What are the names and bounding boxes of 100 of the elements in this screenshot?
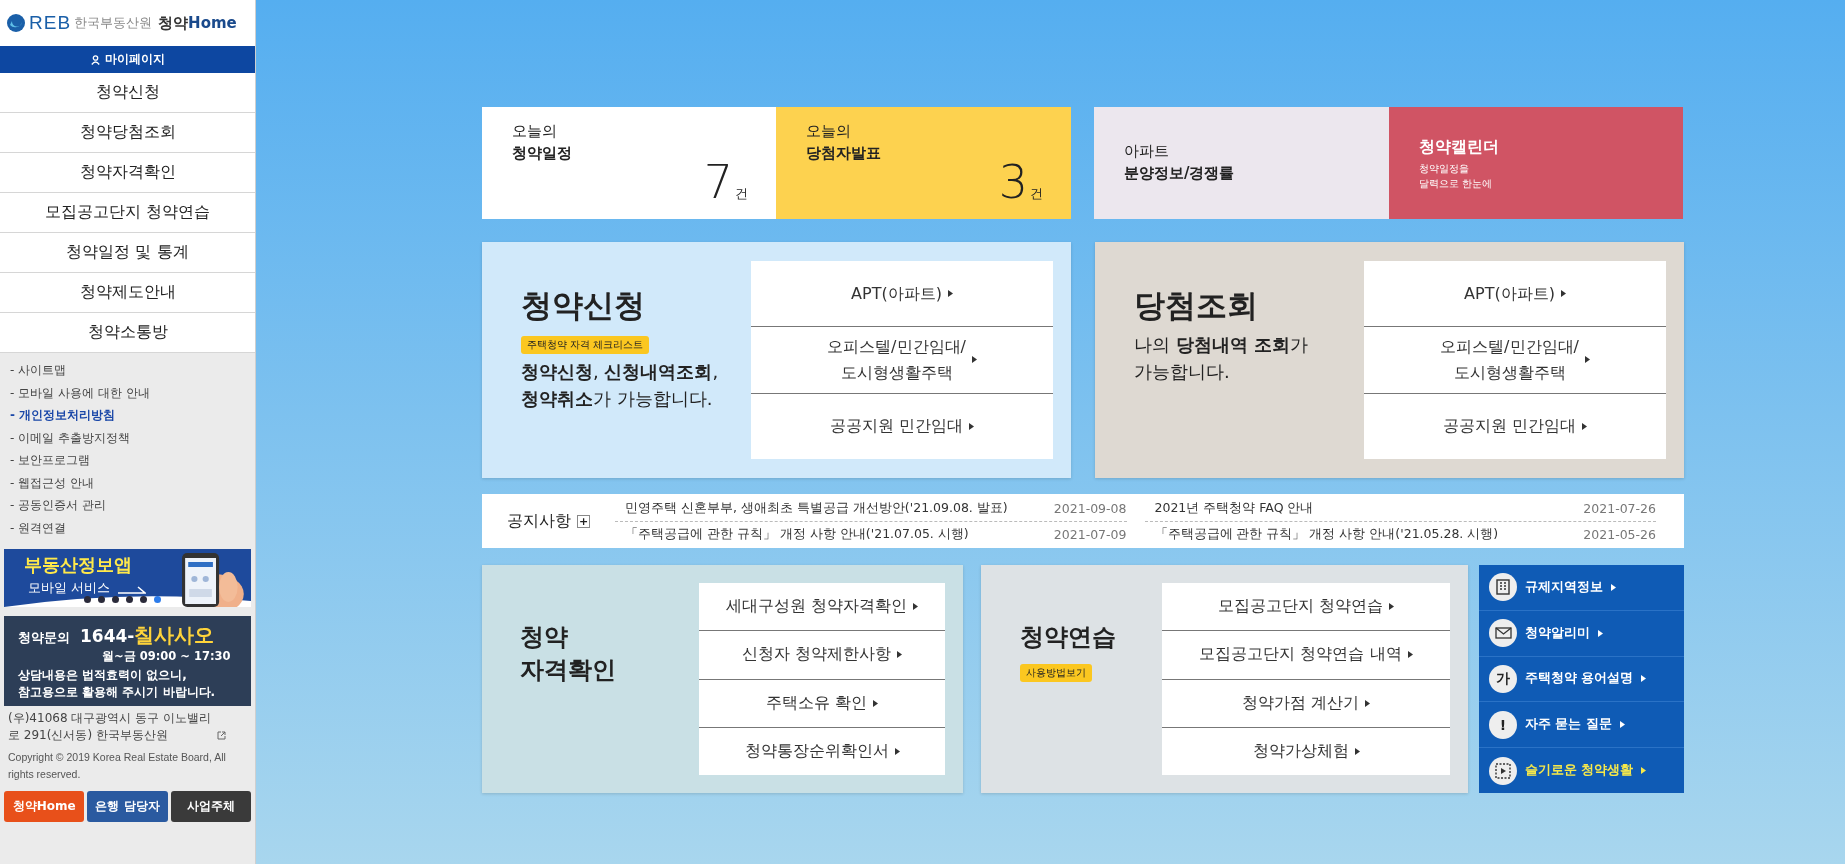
quick-link[interactable]: 청약알리미 [1479,610,1684,657]
quick-link[interactable]: 가 주택청약 용어설명 [1479,656,1684,703]
menu-item[interactable]: 청약자격확인 [0,153,255,193]
card-title: 당첨자발표 [806,144,882,163]
count-value: 7 건 [703,159,748,205]
person-icon [90,54,100,65]
caret-icon [913,603,919,611]
notice-heading: 공지사항 [507,510,571,532]
app-banner[interactable]: 부동산정보앱 모바일 서비스 [4,548,251,607]
card-title: 분양정보/경쟁률 [1124,164,1236,183]
caret-icon [947,290,953,298]
card-heading: 청약연습 [1020,622,1116,653]
caret-icon [1582,422,1588,430]
caret-icon [897,651,903,659]
quick-link[interactable]: 규제지역정보 [1479,565,1684,611]
service-link[interactable]: 모집공고단지 청약연습 [1162,583,1450,632]
notice-text: 상담내용은 법적효력이 없으니, 참고용으로 활용해 주시기 바랍니다. [18,666,217,701]
service-link[interactable]: 신청자 청약제한사항 [699,631,945,680]
info-card[interactable]: 오늘의 청약일정 7 건 [482,107,776,219]
footer-link[interactable]: - 개인정보처리방침 [10,406,116,425]
menu-item[interactable]: 청약소통방 [0,313,255,353]
more-button[interactable]: + [577,514,590,528]
carousel-dot[interactable] [126,595,133,603]
caret-icon [1584,356,1590,364]
card-caption: 오늘의 [512,122,558,141]
notice-date: 2021-09-08 [1053,500,1127,516]
carousel-dot[interactable] [154,595,161,603]
menu-item[interactable]: 모집공고단지 청약연습 [0,193,255,233]
footer-link[interactable]: - 사이트맵 [10,361,67,380]
caret-icon [1407,651,1413,659]
notice-link[interactable]: 2021년 주택청약 FAQ 안내 [1144,499,1314,517]
quick-link[interactable]: ! 자주 묻는 질문 [1479,702,1684,749]
notice-link[interactable]: 「주택공급에 관한 규칙」 개정 사항 안내('21.07.05. 시행) [615,525,969,543]
service-link[interactable]: 청약가점 계산기 [1162,679,1450,728]
quick-link[interactable]: 슬기로운 청약생활 [1479,748,1684,793]
caret-icon [894,747,900,755]
caret-icon [1619,721,1625,729]
notice-date: 2021-07-09 [1053,526,1127,542]
card-heading: 당첨조회 [1134,286,1258,325]
footer-link[interactable]: - 이메일 추출방지정책 [10,428,130,448]
service-link[interactable]: 공공지원 민간임대 [1364,393,1666,459]
address-text: (우)41068 대구광역시 동구 이노밸리로 291(신서동) 한국부동산원 [8,709,212,744]
caret-icon [1598,629,1603,637]
glyph-icon: ! [1489,710,1517,739]
caret-icon [1611,583,1616,591]
footer-link[interactable]: - 보안프로그램 [10,451,91,470]
service-link[interactable]: 세대구성원 청약자격확인 [699,583,945,632]
notice-date: 2021-07-26 [1583,500,1656,516]
building-icon [1489,573,1517,602]
menu-item[interactable]: 청약제도안내 [0,273,255,313]
service-link[interactable]: 주택소유 확인 [699,679,945,728]
card-caption: 오늘의 [806,122,852,141]
card-heading: 청약 자격확인 [520,622,616,686]
service-link[interactable]: 모집공고단지 청약연습 내역 [1162,631,1450,680]
banner-title: 부동산정보앱 [24,552,132,577]
carousel-dot[interactable] [98,595,105,603]
brand-text: 청약Home [158,13,237,33]
service-link[interactable]: 청약통장순위확인서 [699,727,945,775]
count-value: 3 건 [998,159,1043,205]
video-icon [1489,756,1517,785]
card-description: 나의 당첨내역 조회가 가능합니다. [1134,333,1308,384]
notice-link[interactable]: 민영주택 신혼부부, 생애최초 특별공급 개선방안('21.09.08. 발표) [615,499,1008,517]
service-link[interactable]: 오피스텔/민간임대/ 도시형생활주택 [751,327,1053,394]
footer-link[interactable]: - 웹접근성 안내 [10,473,94,493]
site-button[interactable]: 사업주체 [170,790,251,822]
copyright-text: Copyright © 2019 Korea Real Estate Board, All rights reserved. [8,749,227,782]
info-card[interactable]: 오늘의 당첨자발표 3 건 [776,107,1071,219]
mail-icon [1489,619,1517,648]
service-link[interactable]: APT(아파트) [751,261,1053,328]
card-title: 청약캘린더 [1419,137,1500,158]
footer-link[interactable]: - 모바일 사용에 대한 안내 [10,383,150,403]
service-link[interactable]: 오피스텔/민간임대/ 도시형생활주택 [1364,327,1666,394]
hours-text: 월~금 09:00 ~ 17:30 [102,648,232,664]
caret-icon [969,422,975,430]
menu-item[interactable]: 청약당첨조회 [0,113,255,153]
notice-date: 2021-05-26 [1583,526,1656,542]
guide-tag[interactable]: 사용방법보기 [1020,664,1092,682]
footer-link[interactable]: - 공동인증서 관리 [10,496,106,515]
caret-icon [1389,603,1395,611]
caret-icon [971,356,977,364]
logo-text: REB [29,12,72,34]
info-card[interactable]: 아파트 분양정보/경쟁률 [1094,107,1389,219]
checklist-tag[interactable]: 주택청약 자격 체크리스트 [521,336,650,354]
service-link[interactable]: 청약가상체험 [1162,727,1450,775]
notice-link[interactable]: 「주택공급에 관한 규칙」 개정 사항 안내('21.05.28. 시행) [1144,525,1499,543]
service-link[interactable]: 공공지원 민간임대 [751,393,1053,459]
caret-icon [1365,699,1371,707]
menu-item[interactable]: 청약일정 및 통계 [0,233,255,273]
contact-label: 청약문의 [18,628,70,647]
carousel-dot[interactable] [84,595,91,603]
footer-link[interactable]: - 원격연결 [10,518,67,538]
menu-item[interactable]: 청약신청 [0,73,255,113]
carousel-dot[interactable] [112,595,119,603]
site-button[interactable]: 은행 담당자 [87,790,168,822]
external-link-icon[interactable] [217,730,226,740]
info-card[interactable]: 청약캘린더 청약일정을 달력으로 한눈에 [1389,107,1683,219]
mypage-link[interactable]: 마이페이지 [0,46,255,73]
service-link[interactable]: APT(아파트) [1364,261,1666,328]
carousel-dot[interactable] [140,595,147,603]
site-button[interactable]: 청약Home [4,790,85,822]
